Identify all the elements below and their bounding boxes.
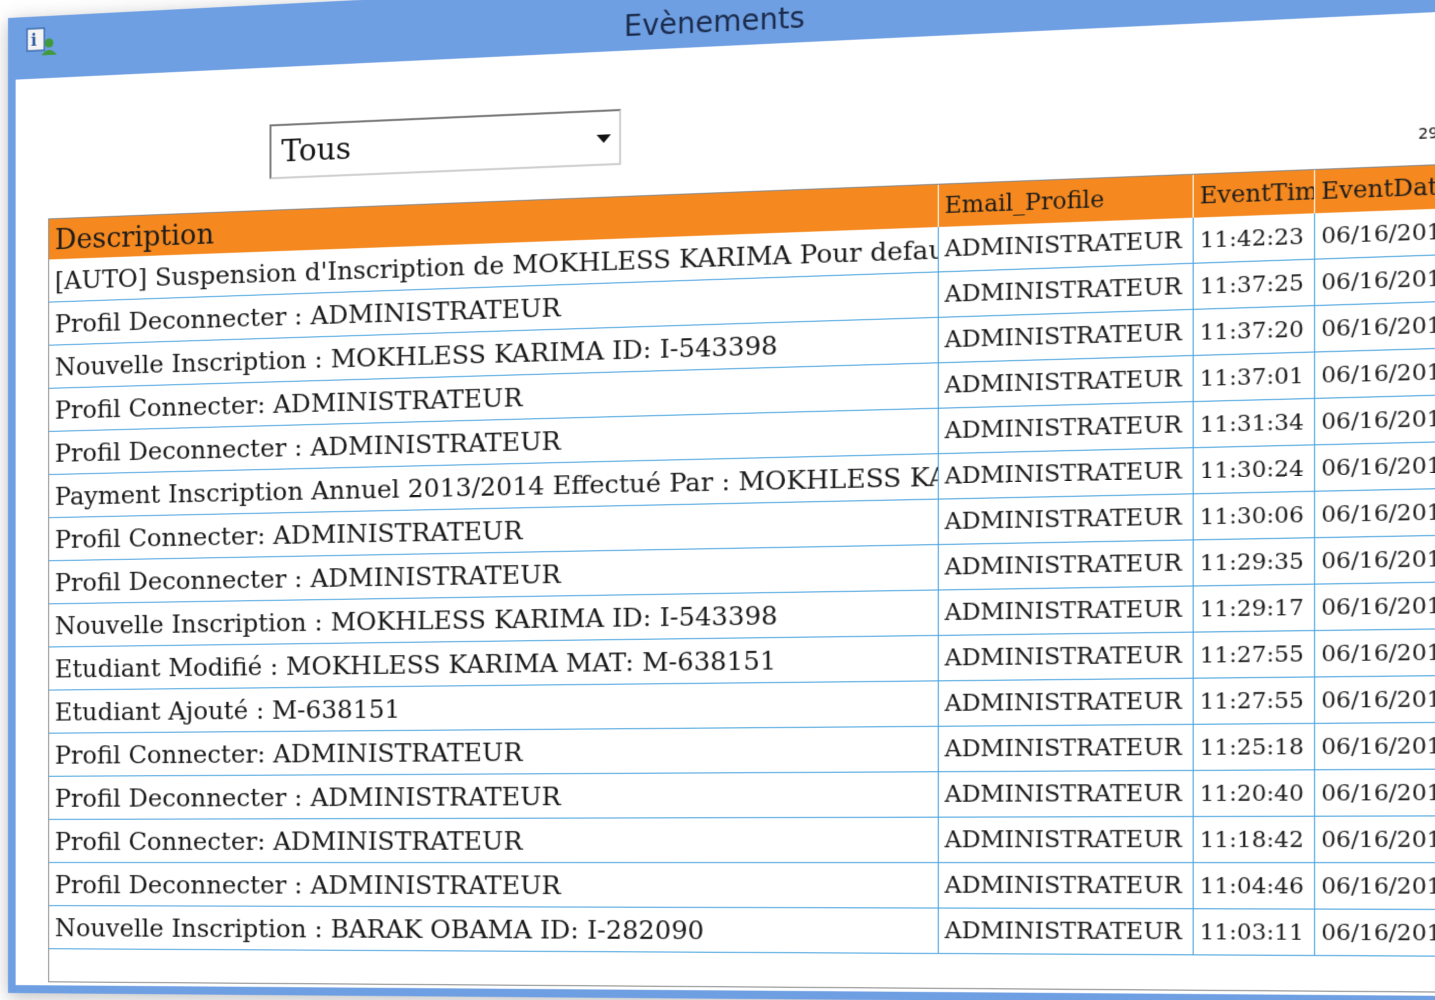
row-event-date: 06/16/2014 xyxy=(1314,581,1435,631)
chevron-down-icon[interactable] xyxy=(596,134,611,144)
row-email-profile: ADMINISTRATEUR xyxy=(937,862,1193,909)
row-email-profile: ADMINISTRATEUR xyxy=(937,539,1193,590)
table-row[interactable]: Profil Deconnecter : ADMINISTRATEUR ADMIN… xyxy=(49,862,1435,910)
row-event-time: 11:30:06 xyxy=(1192,491,1315,540)
row-email-profile: ADMINISTRATEUR xyxy=(937,493,1193,545)
column-header-event-date[interactable]: EventDate xyxy=(1314,164,1435,214)
row-event-date: 06/16/2014 xyxy=(1314,488,1435,538)
events-table: Description Email_Profile EventTime Even… xyxy=(49,164,1435,957)
row-email-profile: ADMINISTRATEUR xyxy=(937,770,1193,818)
row-event-time: 11:04:46 xyxy=(1192,862,1315,910)
row-event-time: 11:20:40 xyxy=(1192,769,1315,817)
row-email-profile: ADMINISTRATEUR xyxy=(937,355,1193,409)
column-header-event-time[interactable]: EventTime xyxy=(1192,170,1315,218)
row-description: Profil Connecter: ADMINISTRATEUR xyxy=(49,817,938,863)
row-email-profile: ADMINISTRATEUR xyxy=(937,263,1193,318)
row-event-time: 11:30:24 xyxy=(1192,444,1315,494)
row-email-profile: ADMINISTRATEUR xyxy=(937,678,1193,727)
filter-selected-value: Tous xyxy=(281,131,352,170)
row-event-date: 06/16/2014 xyxy=(1314,909,1435,957)
row-event-date: 06/16/2014 xyxy=(1314,722,1435,770)
row-email-profile: ADMINISTRATEUR xyxy=(937,816,1193,863)
row-event-date: 06/16/2014 xyxy=(1314,254,1435,306)
row-event-date: 06/16/2014 xyxy=(1314,441,1435,492)
row-description: Profil Deconnecter : ADMINISTRATEUR xyxy=(49,862,938,909)
row-event-time: 11:25:18 xyxy=(1192,723,1315,771)
stage: i Evènements × Tous 2900 xyxy=(0,0,1435,1000)
row-description: Profil Deconnecter : ADMINISTRATEUR xyxy=(49,771,938,820)
row-event-date: 06/16/2014 xyxy=(1314,862,1435,910)
row-event-time: 11:29:17 xyxy=(1192,584,1315,633)
row-email-profile: ADMINISTRATEUR xyxy=(937,309,1193,363)
table-row[interactable]: Profil Connecter: ADMINISTRATEUR ADMINIST… xyxy=(49,815,1435,863)
row-event-time: 11:18:42 xyxy=(1192,816,1315,863)
table-row[interactable]: Nouvelle Inscription : BARAK OBAMA ID: I… xyxy=(49,905,1435,957)
row-event-date: 06/16/2014 xyxy=(1314,301,1435,353)
table-row[interactable]: Profil Deconnecter : ADMINISTRATEUR ADMIN… xyxy=(49,769,1435,820)
event-filter-dropdown[interactable]: Tous xyxy=(269,108,622,180)
row-event-date: 06/16/2014 xyxy=(1314,394,1435,445)
row-event-date: 06/16/2014 xyxy=(1314,628,1435,677)
window-client-area: Tous 2900 Description Email_Profile Even… xyxy=(15,10,1435,997)
row-event-time: 11:37:01 xyxy=(1192,352,1315,402)
row-event-time: 11:37:25 xyxy=(1192,259,1315,310)
row-event-time: 11:27:55 xyxy=(1192,630,1315,679)
row-description: Nouvelle Inscription : BARAK OBAMA ID: I… xyxy=(49,905,938,954)
row-event-time: 11:03:11 xyxy=(1192,908,1315,956)
row-event-time: 11:31:34 xyxy=(1192,398,1315,448)
events-grid[interactable]: Description Email_Profile EventTime Even… xyxy=(48,162,1435,993)
row-event-date: 06/16/2014 xyxy=(1314,535,1435,585)
row-email-profile: ADMINISTRATEUR xyxy=(937,908,1193,955)
row-event-time: 11:27:55 xyxy=(1192,676,1315,725)
events-table-body: [AUTO] Suspension d'Inscription de MOKHL… xyxy=(49,208,1435,957)
row-email-profile: ADMINISTRATEUR xyxy=(937,447,1193,500)
row-event-time: 11:37:20 xyxy=(1192,305,1315,356)
row-event-time: 11:29:35 xyxy=(1192,537,1315,587)
row-description: Profil Connecter: ADMINISTRATEUR xyxy=(49,726,938,777)
row-event-date: 06/16/2014 xyxy=(1314,769,1435,817)
row-email-profile: ADMINISTRATEUR xyxy=(937,724,1193,772)
row-event-date: 06/16/2014 xyxy=(1314,208,1435,260)
row-event-date: 06/16/2014 xyxy=(1314,675,1435,724)
record-count: 2900 xyxy=(1418,124,1435,144)
row-event-time: 11:42:23 xyxy=(1192,213,1315,264)
row-description: Etudiant Ajouté : M-638151 xyxy=(49,680,938,734)
row-event-date: 06/16/2014 xyxy=(1314,815,1435,863)
row-event-date: 06/16/2014 xyxy=(1314,348,1435,399)
row-email-profile: ADMINISTRATEUR xyxy=(937,586,1193,636)
row-email-profile: ADMINISTRATEUR xyxy=(937,632,1193,681)
row-email-profile: ADMINISTRATEUR xyxy=(937,401,1193,454)
events-window: i Evènements × Tous 2900 xyxy=(8,0,1435,1000)
